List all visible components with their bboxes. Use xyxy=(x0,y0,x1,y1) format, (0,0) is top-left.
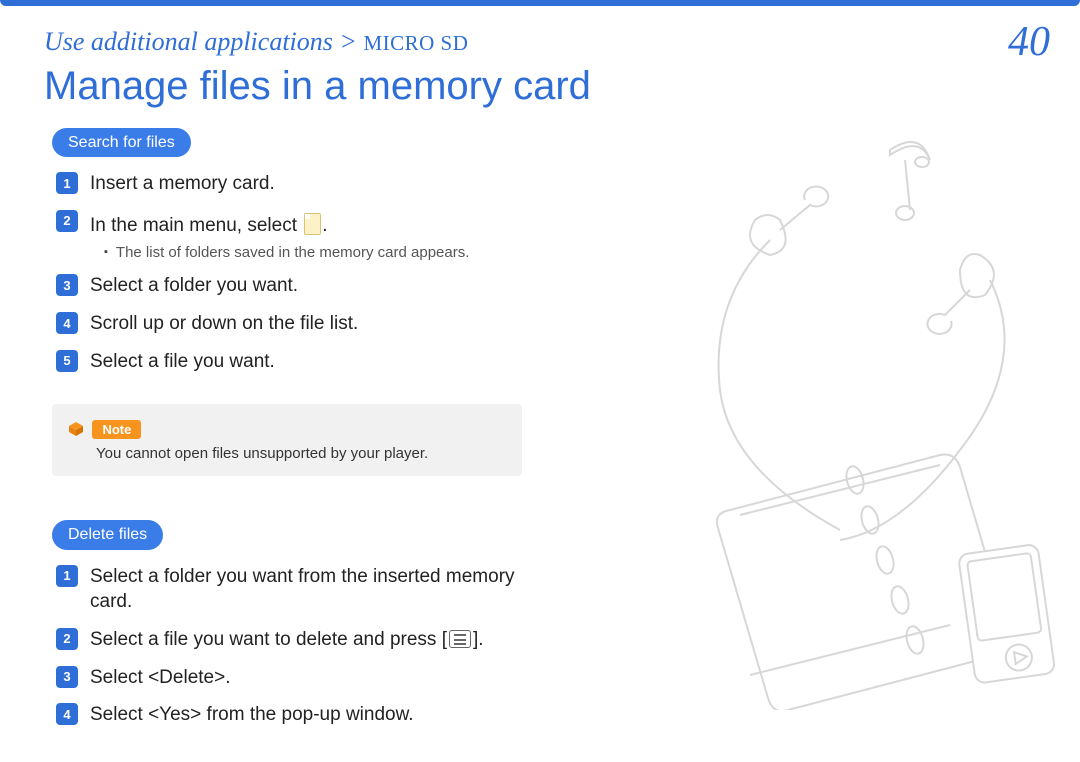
page-number: 40 xyxy=(1008,18,1050,66)
step-list: 1 Insert a memory card. 2 In the main me… xyxy=(56,171,562,374)
note-cube-icon xyxy=(68,421,84,437)
step-number-badge: 5 xyxy=(56,350,78,372)
step-number-badge: 4 xyxy=(56,312,78,334)
content-column: Search for files 1 Insert a memory card.… xyxy=(52,128,562,740)
step-list: 1 Select a folder you want from the inse… xyxy=(56,564,562,728)
step-item: 5 Select a file you want. xyxy=(56,349,562,375)
step-item: 4 Select <Yes> from the pop-up window. xyxy=(56,702,562,728)
step-number-badge: 4 xyxy=(56,703,78,725)
section-delete-files: Delete files 1 Select a folder you want … xyxy=(52,520,562,727)
step-text: Select <Yes> from the pop-up window. xyxy=(90,702,414,728)
top-bar xyxy=(0,0,1080,6)
step-text-pre: Select a file you want to delete and pre… xyxy=(90,629,447,650)
step-number-badge: 2 xyxy=(56,210,78,232)
step-item: 4 Scroll up or down on the file list. xyxy=(56,311,562,337)
decorative-illustration xyxy=(660,120,1070,710)
step-text: Select a file you want. xyxy=(90,349,275,375)
section-search-for-files: Search for files 1 Insert a memory card.… xyxy=(52,128,562,476)
step-text: Select <Delete>. xyxy=(90,665,230,691)
breadcrumb-part1: Use additional applications xyxy=(44,27,333,56)
step-number-badge: 1 xyxy=(56,565,78,587)
step-text: Scroll up or down on the file list. xyxy=(90,311,358,337)
step-subtext: The list of folders saved in the memory … xyxy=(104,244,562,261)
breadcrumb: Use additional applications > MICRO SD xyxy=(44,27,468,57)
note-text: You cannot open files unsupported by you… xyxy=(96,445,506,462)
section-pill: Search for files xyxy=(52,128,191,157)
breadcrumb-separator: > xyxy=(333,27,364,56)
step-text: Select a folder you want. xyxy=(90,273,298,299)
note-box: Note You cannot open files unsupported b… xyxy=(52,404,522,476)
step-text-post: ]. xyxy=(473,629,484,650)
header-row: Use additional applications > MICRO SD 4… xyxy=(44,18,1050,66)
step-item: 1 Select a folder you want from the inse… xyxy=(56,564,562,615)
step-text: Select a folder you want from the insert… xyxy=(90,564,562,615)
step-number-badge: 2 xyxy=(56,628,78,650)
note-label: Note xyxy=(92,420,141,439)
step-number-badge: 3 xyxy=(56,666,78,688)
step-number-badge: 3 xyxy=(56,274,78,296)
step-item: 3 Select <Delete>. xyxy=(56,665,562,691)
microsd-icon xyxy=(304,213,321,235)
step-text: Insert a memory card. xyxy=(90,171,275,197)
step-text: Select a file you want to delete and pre… xyxy=(90,627,484,653)
step-item: 1 Insert a memory card. xyxy=(56,171,562,197)
menu-icon xyxy=(449,630,471,648)
step-number-badge: 1 xyxy=(56,172,78,194)
step-text-post: . xyxy=(322,215,327,236)
step-text-pre: In the main menu, select xyxy=(90,215,302,236)
breadcrumb-part2: MICRO SD xyxy=(363,31,468,55)
step-item: 2 In the main menu, select . xyxy=(56,209,562,239)
step-item: 3 Select a folder you want. xyxy=(56,273,562,299)
step-text: In the main menu, select . xyxy=(90,209,328,239)
section-pill: Delete files xyxy=(52,520,163,549)
page-title: Manage files in a memory card xyxy=(44,64,591,109)
step-item: 2 Select a file you want to delete and p… xyxy=(56,627,562,653)
